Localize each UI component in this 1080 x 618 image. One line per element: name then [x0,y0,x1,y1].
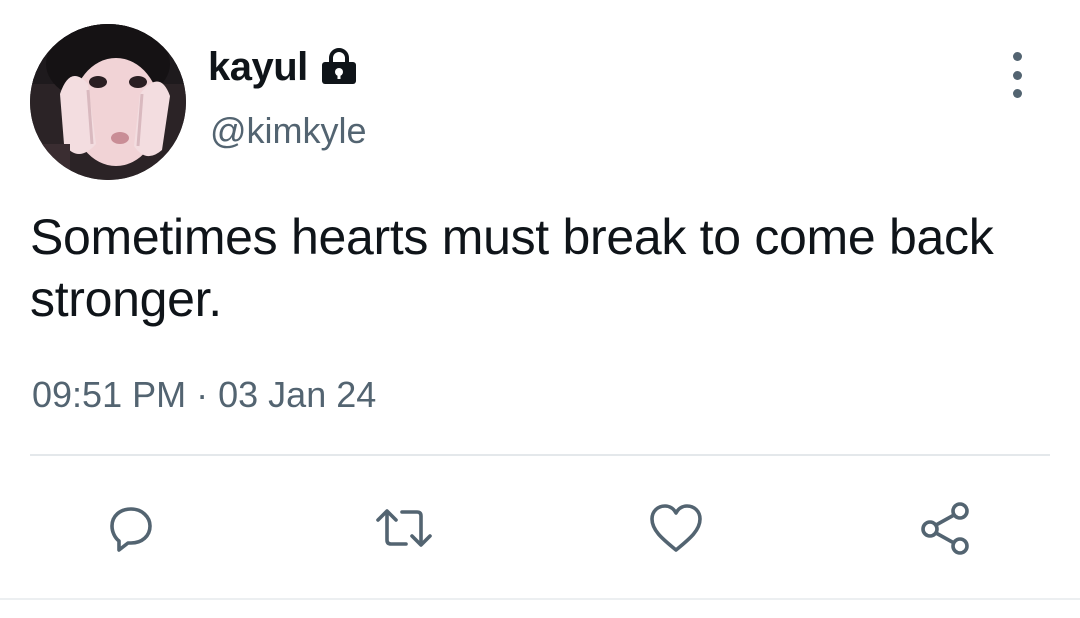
divider [30,454,1050,456]
more-options-button[interactable] [1000,52,1034,98]
share-button[interactable] [914,496,978,560]
tweet-time: 09:51 PM [32,374,187,415]
bottom-divider [0,598,1080,600]
user-handle[interactable]: @kimkyle [210,110,367,152]
share-icon [921,502,969,555]
tweet-card: kayul @kimkyle Sometimes hearts must bre… [0,0,1080,618]
display-name[interactable]: kayul [208,45,308,90]
avatar-image [30,24,186,180]
lock-icon [318,46,360,88]
reply-button[interactable] [98,496,162,560]
tweet-timestamp[interactable]: 09:51 PM · 03 Jan 24 [32,374,376,416]
avatar[interactable] [30,24,186,180]
author-row: kayul [208,42,360,92]
retweet-button[interactable] [372,496,436,560]
meta-separator: · [196,374,209,415]
like-button[interactable] [644,496,708,560]
reply-icon [110,507,152,552]
tweet-text: Sometimes hearts must break to come back… [30,209,994,327]
heart-icon [650,504,702,552]
tweet-date: 03 Jan 24 [218,374,377,415]
retweet-icon [376,509,432,547]
more-dot-icon [1012,52,1022,61]
more-dot-icon [1012,70,1022,80]
more-dot-icon [1012,89,1022,98]
